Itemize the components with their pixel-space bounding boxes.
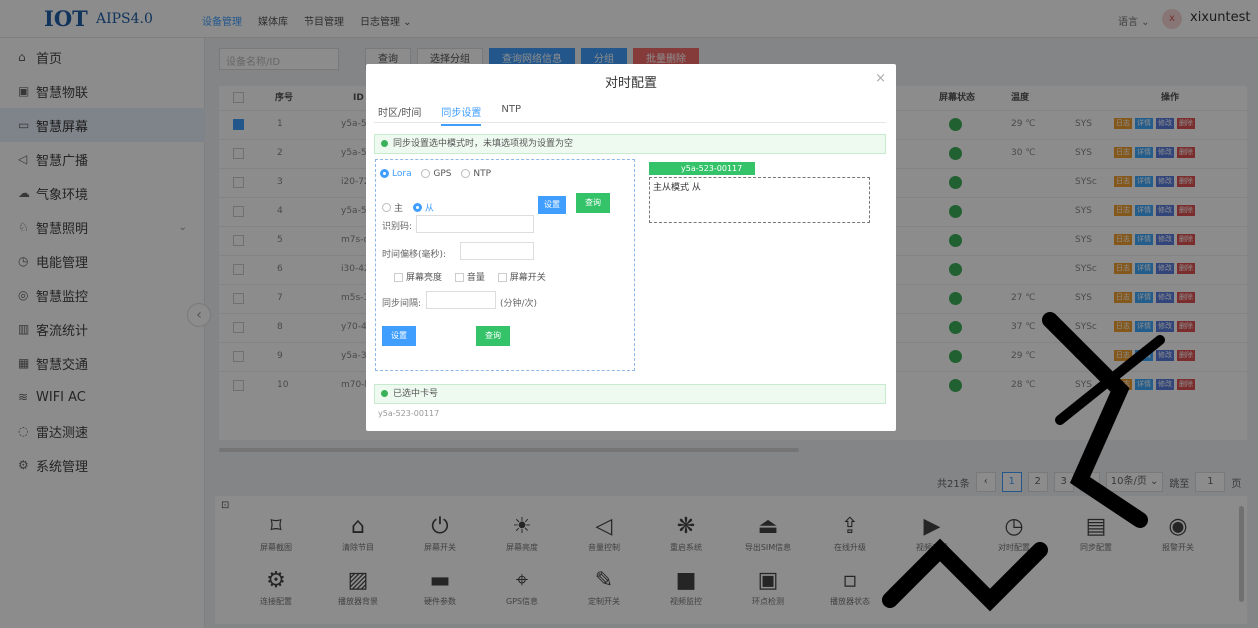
- watermark: [882, 312, 1165, 612]
- role-set-button[interactable]: 设置: [538, 196, 566, 214]
- checkbox-volume-label: 音量: [466, 273, 485, 283]
- id-code-label: 识别码:: [382, 222, 413, 232]
- checkbox-screen-switch-label: 屏幕开关: [509, 273, 546, 283]
- device-tag: y5a-523-00117 ✓: [649, 162, 755, 186]
- sync-alert-text: 同步设置选中模式时，未填选项视为设置为空: [393, 139, 574, 149]
- mode-radio-group: Lora GPS NTP: [380, 166, 497, 180]
- radio-gps[interactable]: [421, 169, 431, 178]
- close-icon[interactable]: ×: [875, 71, 886, 86]
- modal-title: 对时配置: [604, 76, 657, 91]
- result-textarea[interactable]: 主从模式 从: [649, 177, 870, 223]
- checkbox-brightness-label: 屏幕亮度: [406, 273, 443, 283]
- sync-options: 屏幕亮度 音量 屏幕开关: [394, 270, 546, 283]
- radio-master[interactable]: [382, 203, 391, 212]
- checkbox-brightness[interactable]: [394, 273, 403, 282]
- selected-card-alert: 已选中卡号: [374, 384, 886, 404]
- checkbox-screen-switch[interactable]: [497, 273, 507, 282]
- sync-interval-input[interactable]: [426, 291, 496, 309]
- radio-slave-label: 从: [424, 204, 434, 214]
- time-config-modal: 对时配置 × 时区/时间 同步设置 NTP 同步设置选中模式时，未填选项视为设置…: [366, 64, 896, 431]
- tab-divider: [374, 122, 886, 123]
- success-dot-icon: [381, 390, 388, 397]
- radio-master-label: 主: [394, 204, 404, 214]
- sync-settings-panel: Lora GPS NTP 主 从 设置 查询 识别码: 时间偏移(毫秒): 屏幕…: [375, 159, 635, 371]
- radio-ntp[interactable]: [461, 169, 471, 178]
- sync-set-button[interactable]: 设置: [382, 326, 416, 346]
- interval-unit: (分钟/次): [500, 299, 538, 309]
- role-query-button[interactable]: 查询: [576, 193, 610, 213]
- role-radio-group: 主 从: [382, 200, 440, 214]
- selected-card-alert-text: 已选中卡号: [393, 389, 439, 399]
- sync-query-button[interactable]: 查询: [476, 326, 510, 346]
- device-tag-text: y5a-523-00117: [681, 164, 743, 173]
- success-dot-icon: [381, 140, 388, 147]
- sync-alert: 同步设置选中模式时，未填选项视为设置为空: [374, 134, 886, 154]
- radio-ntp-label: NTP: [473, 168, 492, 179]
- radio-gps-label: GPS: [433, 168, 452, 179]
- radio-lora-label: Lora: [392, 168, 412, 179]
- offset-label: 时间偏移(毫秒):: [382, 250, 447, 260]
- selected-card-id: y5a-523-00117: [378, 409, 440, 418]
- checkbox-volume[interactable]: [454, 273, 464, 282]
- radio-lora[interactable]: [380, 169, 389, 178]
- time-offset-input[interactable]: [460, 242, 534, 260]
- id-code-input[interactable]: [416, 215, 534, 233]
- interval-label: 同步间隔:: [382, 299, 422, 309]
- radio-slave[interactable]: [412, 203, 422, 212]
